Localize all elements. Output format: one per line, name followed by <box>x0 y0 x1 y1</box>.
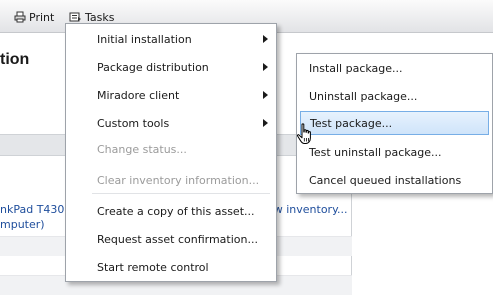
menu-item-label: Clear inventory information... <box>97 173 260 187</box>
custom-tools-submenu: Install package... Uninstall package... … <box>296 53 493 194</box>
menu-item-label: Start remote control <box>97 260 209 274</box>
menu-item-start-remote-control[interactable]: Start remote control <box>66 257 276 277</box>
tasks-icon <box>69 12 81 22</box>
asset-model-link[interactable]: nkPad T430 2 <box>0 203 75 216</box>
menu-separator <box>92 193 270 194</box>
tasks-menu: Initial installation Package distributio… <box>65 23 277 282</box>
submenu-arrow-icon <box>263 119 268 127</box>
menu-item-label: Create a copy of this asset... <box>97 204 255 218</box>
print-button[interactable]: Print <box>14 9 54 25</box>
menu-item-label: Request asset confirmation... <box>97 232 258 246</box>
print-label: Print <box>29 10 55 24</box>
print-icon <box>14 11 26 23</box>
submenu-arrow-icon <box>263 63 268 71</box>
tasks-label: Tasks <box>85 10 115 24</box>
submenu-item-install-package[interactable]: Install package... <box>297 57 492 79</box>
submenu-item-label: Install package... <box>309 61 403 75</box>
submenu-item-label: Uninstall package... <box>309 89 418 103</box>
submenu-arrow-icon <box>263 91 268 99</box>
menu-item-label: Package distribution <box>97 60 209 74</box>
submenu-item-uninstall-package[interactable]: Uninstall package... <box>297 85 492 107</box>
submenu-item-test-package[interactable]: Test package... <box>300 111 489 135</box>
menu-item-copy-asset[interactable]: Create a copy of this asset... <box>66 201 276 221</box>
menu-item-change-status: Change status... <box>66 139 276 159</box>
submenu-item-test-uninstall-package[interactable]: Test uninstall package... <box>297 141 492 163</box>
menu-item-label: Custom tools <box>97 116 170 130</box>
menu-item-request-confirmation[interactable]: Request asset confirmation... <box>66 229 276 249</box>
menu-item-miradore-client[interactable]: Miradore client <box>66 85 276 105</box>
menu-item-package-distribution[interactable]: Package distribution <box>66 57 276 77</box>
menu-item-clear-inventory: Clear inventory information... <box>66 170 276 190</box>
asset-type-link[interactable]: mputer) <box>0 218 45 231</box>
submenu-item-label: Test package... <box>310 116 393 130</box>
menu-item-initial-installation[interactable]: Initial installation <box>66 29 276 49</box>
hand-cursor-icon <box>296 123 311 144</box>
menu-item-custom-tools[interactable]: Custom tools <box>66 113 276 133</box>
submenu-arrow-icon <box>263 35 268 43</box>
show-inventory-link[interactable]: ow inventory... <box>267 203 348 216</box>
submenu-item-cancel-queued[interactable]: Cancel queued installations <box>297 169 492 191</box>
menu-item-label: Miradore client <box>97 88 180 102</box>
submenu-item-label: Test uninstall package... <box>309 145 442 159</box>
page-title: tion <box>0 51 30 68</box>
menu-item-label: Initial installation <box>97 32 192 46</box>
menu-item-label: Change status... <box>97 142 187 156</box>
submenu-item-label: Cancel queued installations <box>309 173 462 187</box>
